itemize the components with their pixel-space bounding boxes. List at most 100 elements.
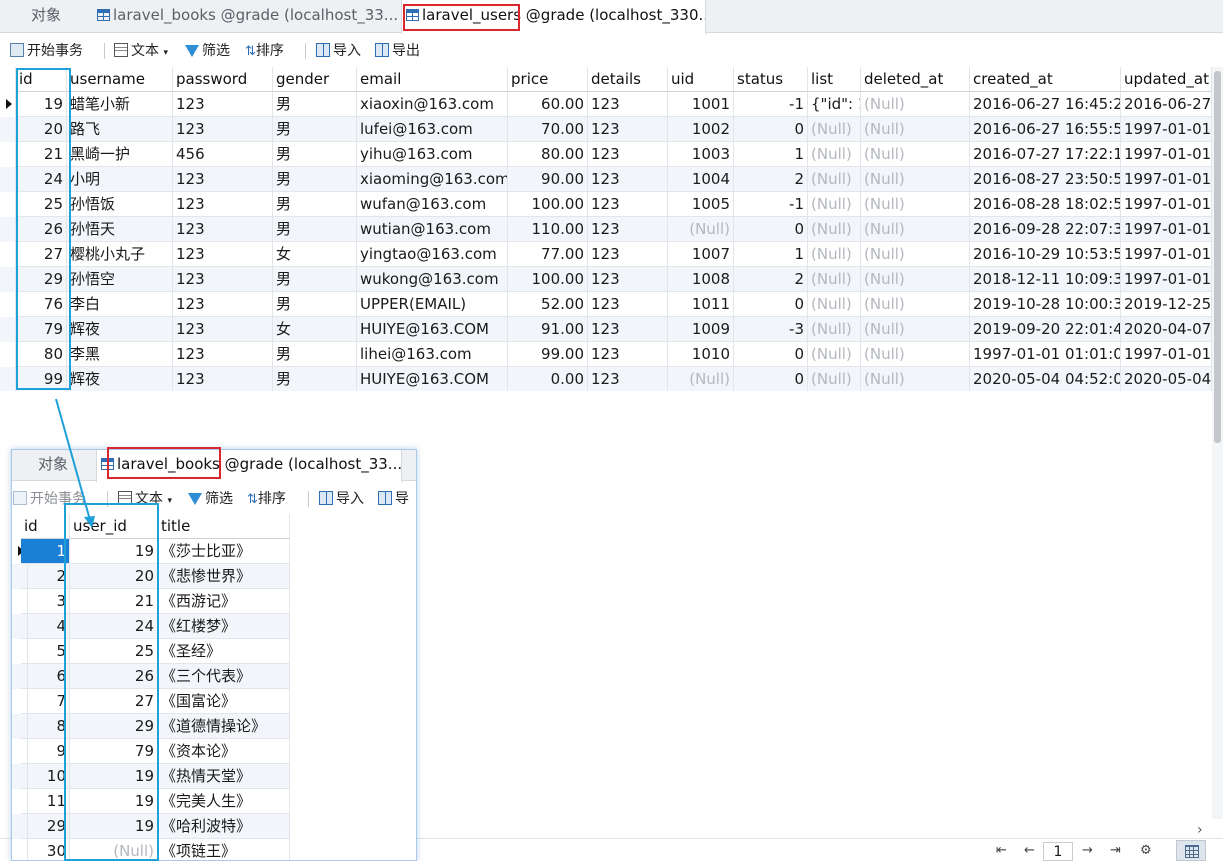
cell-email[interactable]: yingtao@163.com	[357, 242, 508, 267]
cell-created-at[interactable]: 2016-06-27 16:45:26	[970, 92, 1121, 117]
cell-username[interactable]: 孙悟空	[67, 267, 173, 292]
cell-password[interactable]: 123	[173, 117, 273, 142]
sort-button[interactable]: ⇅排序	[247, 490, 286, 508]
cell-id[interactable]: 10	[21, 764, 70, 789]
column-header-user-id[interactable]: user_id	[70, 514, 158, 539]
cell-deleted-at[interactable]: (Null)	[861, 92, 970, 117]
cell-created-at[interactable]: 2019-09-20 22:01:42	[970, 317, 1121, 342]
table-row[interactable]: 79 辉夜 123 女 HUIYE@163.COM 91.00 123 1009 -3 (Null…	[0, 317, 1212, 342]
row-marker[interactable]	[0, 167, 16, 192]
filter-button[interactable]: 筛选	[185, 42, 230, 60]
cell-deleted-at[interactable]: (Null)	[861, 117, 970, 142]
cell-deleted-at[interactable]: (Null)	[861, 217, 970, 242]
cell-id[interactable]: 8	[21, 714, 70, 739]
cell-user-id[interactable]: 26	[70, 664, 158, 689]
cell-details[interactable]: 123	[588, 317, 668, 342]
cell-email[interactable]: xiaoxin@163.com	[357, 92, 508, 117]
cell-user-id[interactable]: 27	[70, 689, 158, 714]
cell-gender[interactable]: 男	[273, 267, 357, 292]
cell-id[interactable]: 21	[16, 142, 67, 167]
cell-updated-at[interactable]: 1997-01-01	[1121, 117, 1212, 142]
cell-username[interactable]: 李白	[67, 292, 173, 317]
cell-username[interactable]: 孙悟饭	[67, 192, 173, 217]
table-row[interactable]: 20 路飞 123 男 lufei@163.com 70.00 123 1002 0 (Null)…	[0, 117, 1212, 142]
column-header-details[interactable]: details	[588, 67, 668, 92]
cell-list[interactable]: (Null)	[808, 342, 861, 367]
cell-status[interactable]: 0	[734, 217, 808, 242]
cell-uid[interactable]: 1005	[668, 192, 734, 217]
column-header-gender[interactable]: gender	[273, 67, 357, 92]
cell-id[interactable]: 25	[16, 192, 67, 217]
cell-price[interactable]: 99.00	[508, 342, 588, 367]
cell-status[interactable]: 1	[734, 242, 808, 267]
cell-password[interactable]: 123	[173, 242, 273, 267]
sort-button[interactable]: ⇅排序	[245, 42, 284, 60]
cell-status[interactable]: 0	[734, 117, 808, 142]
cell-password[interactable]: 123	[173, 292, 273, 317]
cell-id[interactable]: 24	[16, 167, 67, 192]
column-header-uid[interactable]: uid	[668, 67, 734, 92]
previous-page-icon[interactable]: ←	[1024, 842, 1035, 860]
cell-uid[interactable]: 1001	[668, 92, 734, 117]
table-row[interactable]: 8 29 《道德情操论》	[12, 714, 290, 739]
table-row[interactable]: 29 孙悟空 123 男 wukong@163.com 100.00 123 1008 2 (Nu…	[0, 267, 1212, 292]
row-marker[interactable]	[0, 292, 16, 317]
cell-details[interactable]: 123	[588, 192, 668, 217]
cell-price[interactable]: 110.00	[508, 217, 588, 242]
table-row[interactable]: 21 黑崎一护 456 男 yihu@163.com 80.00 123 1003 1 (Null…	[0, 142, 1212, 167]
cell-email[interactable]: wutian@163.com	[357, 217, 508, 242]
cell-status[interactable]: 0	[734, 292, 808, 317]
tab-objects[interactable]: 对象	[12, 450, 94, 481]
cell-details[interactable]: 123	[588, 342, 668, 367]
cell-created-at[interactable]: 2016-09-28 22:07:38	[970, 217, 1121, 242]
cell-gender[interactable]: 男	[273, 142, 357, 167]
cell-created-at[interactable]: 2018-12-11 10:09:36	[970, 267, 1121, 292]
table-row[interactable]: 99 辉夜 123 男 HUIYE@163.COM 0.00 123 (Null) 0 (Null…	[0, 367, 1212, 391]
tab-objects[interactable]: 对象	[0, 0, 92, 33]
cell-updated-at[interactable]: 2019-12-25	[1121, 292, 1212, 317]
cell-id[interactable]: 11	[21, 789, 70, 814]
cell-deleted-at[interactable]: (Null)	[861, 167, 970, 192]
cell-title[interactable]: 《资本论》	[158, 739, 290, 764]
cell-username[interactable]: 孙悟天	[67, 217, 173, 242]
cell-uid[interactable]: 1007	[668, 242, 734, 267]
cell-updated-at[interactable]: 1997-01-01	[1121, 267, 1212, 292]
filter-button[interactable]: 筛选	[188, 490, 233, 508]
cell-list[interactable]: (Null)	[808, 267, 861, 292]
cell-password[interactable]: 123	[173, 367, 273, 391]
cell-id[interactable]: 7	[21, 689, 70, 714]
cell-gender[interactable]: 女	[273, 242, 357, 267]
cell-gender[interactable]: 男	[273, 367, 357, 391]
text-view-button[interactable]: 文本 ▾	[118, 490, 172, 508]
cell-deleted-at[interactable]: (Null)	[861, 142, 970, 167]
cell-price[interactable]: 0.00	[508, 367, 588, 391]
column-header-price[interactable]: price	[508, 67, 588, 92]
cell-created-at[interactable]: 2016-10-29 10:53:58	[970, 242, 1121, 267]
chevron-right-icon[interactable]: ›	[1197, 822, 1203, 838]
cell-user-id[interactable]: 25	[70, 639, 158, 664]
cell-id[interactable]: 4	[21, 614, 70, 639]
gear-icon[interactable]: ⚙	[1140, 842, 1152, 860]
table-row[interactable]: 27 樱桃小丸子 123 女 yingtao@163.com 77.00 123 1007 1(…	[0, 242, 1212, 267]
cell-deleted-at[interactable]: (Null)	[861, 267, 970, 292]
column-header-deleted-at[interactable]: deleted_at	[861, 67, 970, 92]
cell-details[interactable]: 123	[588, 267, 668, 292]
cell-price[interactable]: 91.00	[508, 317, 588, 342]
cell-email[interactable]: yihu@163.com	[357, 142, 508, 167]
cell-id[interactable]: 9	[21, 739, 70, 764]
row-marker[interactable]	[0, 217, 16, 242]
cell-username[interactable]: 辉夜	[67, 317, 173, 342]
cell-price[interactable]: 60.00	[508, 92, 588, 117]
cell-title[interactable]: 《悲惨世界》	[158, 564, 290, 589]
cell-created-at[interactable]: 2016-08-27 23:50:52	[970, 167, 1121, 192]
cell-deleted-at[interactable]: (Null)	[861, 317, 970, 342]
cell-deleted-at[interactable]: (Null)	[861, 242, 970, 267]
table-row[interactable]: 24 小明 123 男 xiaoming@163.com 90.00 123 1004 2 (Nu…	[0, 167, 1212, 192]
cell-title[interactable]: 《国富论》	[158, 689, 290, 714]
cell-price[interactable]: 77.00	[508, 242, 588, 267]
cell-id[interactable]: 29	[21, 814, 70, 839]
cell-id[interactable]: 6	[21, 664, 70, 689]
cell-id[interactable]: 27	[16, 242, 67, 267]
cell-list[interactable]: (Null)	[808, 367, 861, 391]
cell-list[interactable]: (Null)	[808, 292, 861, 317]
